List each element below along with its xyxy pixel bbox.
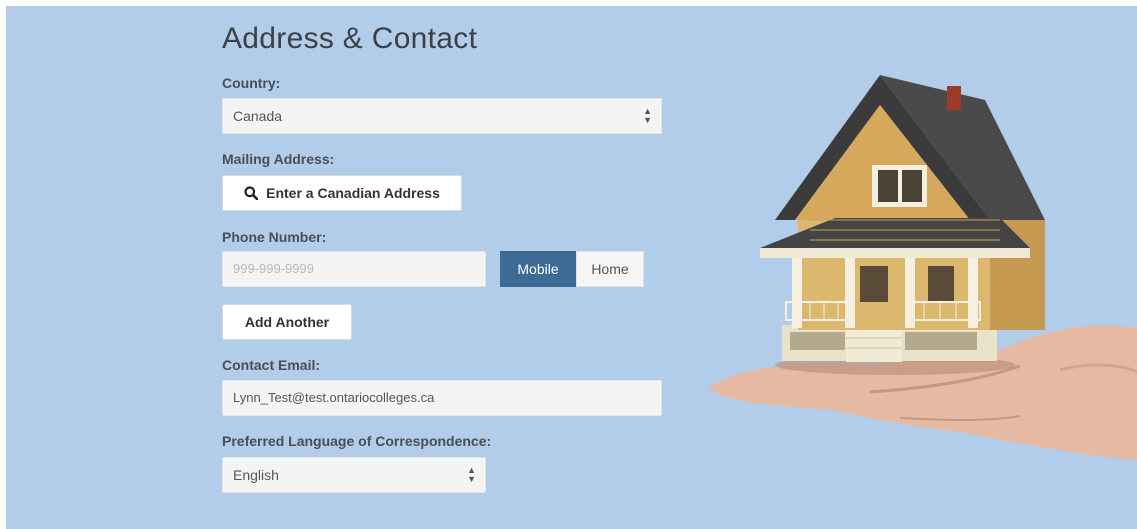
- page-title: Address & Contact: [222, 22, 478, 55]
- phone-number-input[interactable]: 999-999-9999: [222, 251, 486, 287]
- enter-address-button[interactable]: Enter a Canadian Address: [222, 175, 462, 211]
- select-caret-icon: ▲ ▼: [643, 106, 652, 125]
- add-another-phone-button[interactable]: Add Another: [222, 304, 352, 340]
- house-on-hand-image: [708, 75, 1137, 460]
- contact-email-input[interactable]: Lynn_Test@test.ontariocolleges.ca: [222, 380, 662, 416]
- enter-address-button-label: Enter a Canadian Address: [266, 185, 440, 201]
- contact-email-value: Lynn_Test@test.ontariocolleges.ca: [233, 390, 435, 405]
- language-select[interactable]: English ▲ ▼: [222, 457, 486, 493]
- search-icon: [244, 186, 259, 200]
- contact-email-label: Contact Email:: [222, 357, 321, 373]
- phone-number-placeholder: 999-999-9999: [233, 261, 314, 276]
- language-label: Preferred Language of Correspondence:: [222, 433, 492, 449]
- country-select-value: Canada: [233, 108, 283, 124]
- select-caret-icon: ▲ ▼: [467, 465, 476, 484]
- country-label: Country:: [222, 75, 281, 91]
- phone-type-home[interactable]: Home: [576, 251, 644, 287]
- phone-number-label: Phone Number:: [222, 229, 327, 245]
- mailing-address-label: Mailing Address:: [222, 151, 335, 167]
- phone-type-mobile[interactable]: Mobile: [500, 251, 576, 287]
- language-select-value: English: [233, 467, 279, 483]
- country-select[interactable]: Canada ▲ ▼: [222, 98, 662, 134]
